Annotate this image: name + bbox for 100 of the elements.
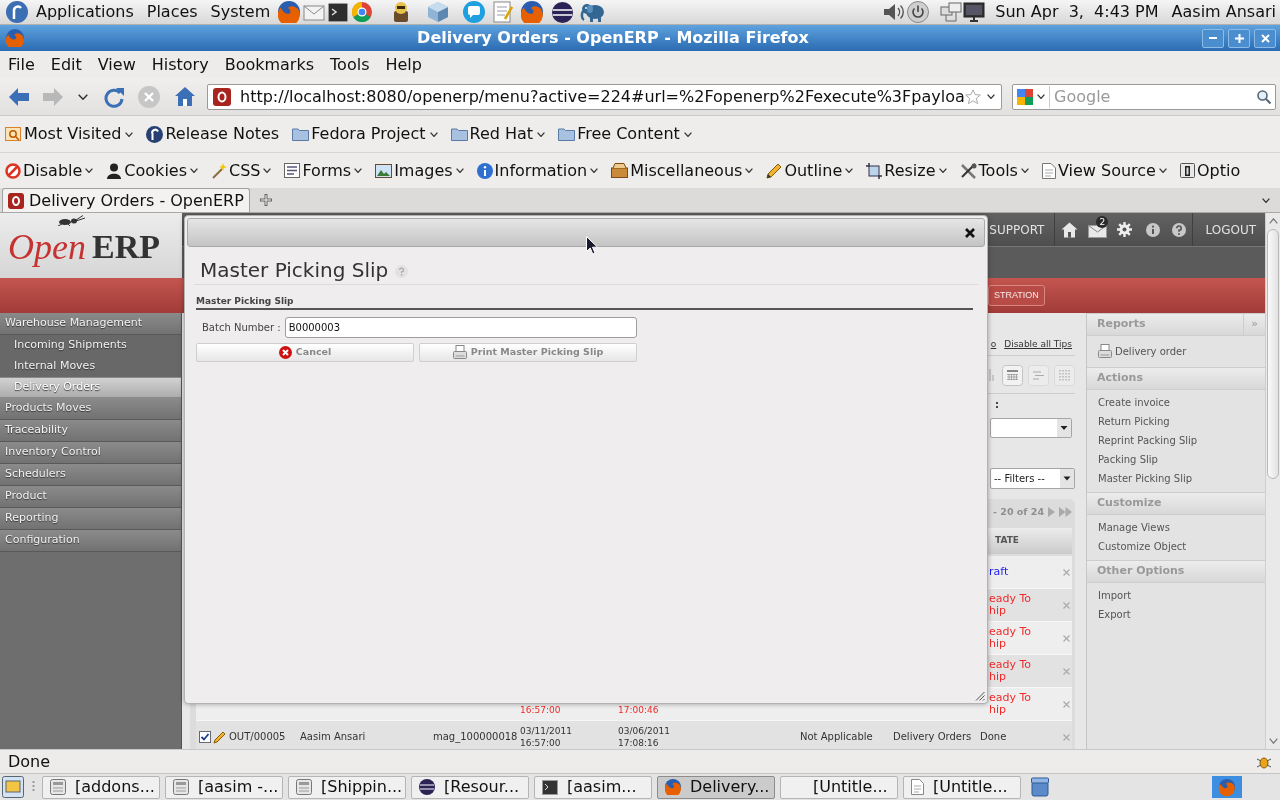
delete-icon[interactable]: [1062, 700, 1070, 708]
bookmark-item[interactable]: Release Notes: [146, 122, 280, 146]
calendar-icon[interactable]: [1002, 364, 1023, 386]
user-name[interactable]: Aasim Ansari: [1171, 0, 1276, 24]
action-link[interactable]: Reprint Packing Slip: [1087, 431, 1265, 450]
close-button[interactable]: [1254, 28, 1276, 48]
panel-menu[interactable]: Places: [146, 0, 198, 24]
bookmark-item[interactable]: Red Hat: [450, 122, 546, 146]
taskbar-button[interactable]: [addons...: [42, 775, 160, 799]
sidebar-menu-item[interactable]: Warehouse Management: [0, 313, 181, 335]
menu-item[interactable]: Bookmarks: [224, 52, 315, 77]
action-link[interactable]: Return Picking: [1087, 412, 1265, 431]
delete-icon[interactable]: [1062, 634, 1070, 642]
globe-icon[interactable]: [521, 1, 544, 23]
chat-icon[interactable]: [463, 1, 486, 23]
browser-tab[interactable]: Delivery Orders - OpenERP: [2, 188, 250, 212]
taskbar-button[interactable]: [aasim...: [534, 775, 652, 799]
checkbox-icon[interactable]: [199, 731, 211, 743]
search-field[interactable]: Google: [1054, 85, 1257, 108]
menu-item[interactable]: View: [97, 52, 136, 77]
new-tab-icon[interactable]: [259, 193, 273, 207]
panel-menu[interactable]: Applications: [36, 0, 134, 24]
maximize-button[interactable]: [1228, 28, 1250, 48]
taskbar-button[interactable]: [aasim -...: [165, 775, 283, 799]
sidebar-menu-item[interactable]: Schedulers: [0, 464, 181, 486]
toolbar-menu[interactable]: Information: [476, 158, 599, 183]
logout-link[interactable]: LOGOUT: [1205, 220, 1256, 239]
toolbar-menu[interactable]: Disable: [5, 158, 94, 183]
menu-button[interactable]: STRATION: [988, 285, 1045, 306]
menu-item[interactable]: Tools: [330, 52, 370, 77]
wheel-icon[interactable]: [352, 2, 373, 22]
dropdown-field[interactable]: [990, 418, 1072, 438]
action-link[interactable]: Import: [1087, 586, 1265, 605]
scrollbar-thumb[interactable]: [1267, 229, 1279, 479]
envelope-icon[interactable]: [1088, 224, 1108, 238]
toolbar-menu[interactable]: Tools: [959, 158, 1029, 183]
toolbar-menu[interactable]: Cookies: [106, 158, 198, 183]
action-link[interactable]: Customize Object: [1087, 537, 1265, 556]
pencil-icon[interactable]: [213, 730, 226, 744]
search-box[interactable]: Google: [1012, 83, 1276, 110]
speaker-icon[interactable]: [883, 2, 906, 22]
toolbar-menu[interactable]: CSS: [211, 158, 272, 183]
back-arrow-icon[interactable]: [8, 86, 30, 107]
action-link[interactable]: Create invoice: [1087, 393, 1265, 412]
caret-icon[interactable]: [78, 93, 88, 100]
toolbar-menu[interactable]: Images: [375, 158, 464, 183]
batch-number-field[interactable]: B0000003: [284, 317, 637, 338]
toolbar-menu[interactable]: Optio: [1179, 158, 1241, 183]
monitor-icon[interactable]: [963, 2, 986, 22]
sphere-icon[interactable]: [552, 1, 574, 23]
action-link[interactable]: Export: [1087, 605, 1265, 624]
disable-tips-link[interactable]: Disable all Tips: [1004, 338, 1072, 352]
taskbar-button[interactable]: Delivery...: [657, 775, 775, 799]
help-icon[interactable]: [1172, 222, 1187, 237]
scroll-up-icon[interactable]: [1268, 218, 1278, 224]
bookmark-item[interactable]: Fedora Project: [292, 122, 438, 146]
home-icon[interactable]: [1061, 221, 1079, 238]
elephant-icon[interactable]: [580, 1, 606, 23]
sidebar-menu-item[interactable]: Product: [0, 486, 181, 508]
home-icon[interactable]: [174, 86, 196, 107]
menu-item[interactable]: History: [151, 52, 209, 77]
toolbar-menu[interactable]: Outline: [766, 158, 854, 183]
menu-item[interactable]: Help: [385, 52, 422, 77]
taskbar-button[interactable]: [Untitle...: [903, 775, 1021, 799]
menu-item[interactable]: Edit: [50, 52, 82, 77]
tip-link[interactable]: o: [990, 338, 997, 352]
reload-icon[interactable]: [103, 85, 125, 108]
star-icon[interactable]: [965, 88, 981, 105]
toolbar-menu[interactable]: View Source: [1041, 158, 1167, 183]
box-icon[interactable]: [1031, 777, 1049, 797]
bug-icon[interactable]: [1256, 754, 1272, 769]
report-link[interactable]: Delivery order: [1087, 339, 1265, 363]
filters-dropdown[interactable]: -- Filters --: [990, 468, 1075, 489]
notepad-icon[interactable]: [493, 1, 514, 23]
terminal-icon[interactable]: [328, 2, 349, 22]
delete-icon[interactable]: [1062, 568, 1070, 576]
power-icon[interactable]: [907, 1, 930, 23]
show-desktop-icon[interactable]: [2, 776, 24, 798]
scroll-down-icon[interactable]: [1268, 738, 1278, 744]
globe-icon[interactable]: [278, 1, 301, 23]
sidebar-menu-item[interactable]: Inventory Control: [0, 442, 181, 464]
taskbar-button[interactable]: [Resour...: [411, 775, 529, 799]
toolbar-menu[interactable]: Forms: [284, 158, 363, 183]
action-link[interactable]: Master Picking Slip: [1087, 469, 1265, 488]
round-logo-icon[interactable]: [6, 1, 28, 23]
taskbar-button[interactable]: [Untitle...: [780, 775, 898, 799]
info-icon[interactable]: [1146, 222, 1161, 237]
sidebar-submenu-item[interactable]: Incoming Shipments: [0, 335, 181, 356]
minimize-button[interactable]: [1202, 28, 1224, 48]
search-engine-icon[interactable]: [1017, 88, 1033, 105]
bookmark-item[interactable]: Free Content: [558, 122, 692, 146]
sidebar-menu-item[interactable]: Products Moves: [0, 398, 181, 420]
cube-icon[interactable]: [427, 1, 450, 23]
panel-menu[interactable]: System: [210, 0, 271, 24]
settings-icon[interactable]: [1117, 222, 1133, 237]
toolbar-menu[interactable]: Miscellaneous: [611, 158, 754, 183]
bookmark-item[interactable]: Most Visited: [5, 122, 134, 146]
action-link[interactable]: Manage Views: [1087, 518, 1265, 537]
sidebar-submenu-item[interactable]: Internal Moves: [0, 356, 181, 377]
address-field[interactable]: http://localhost:8080/openerp/menu?active=224#url=%2Fopenerp%2Fexecute%3Fpayloa: [207, 83, 1002, 110]
